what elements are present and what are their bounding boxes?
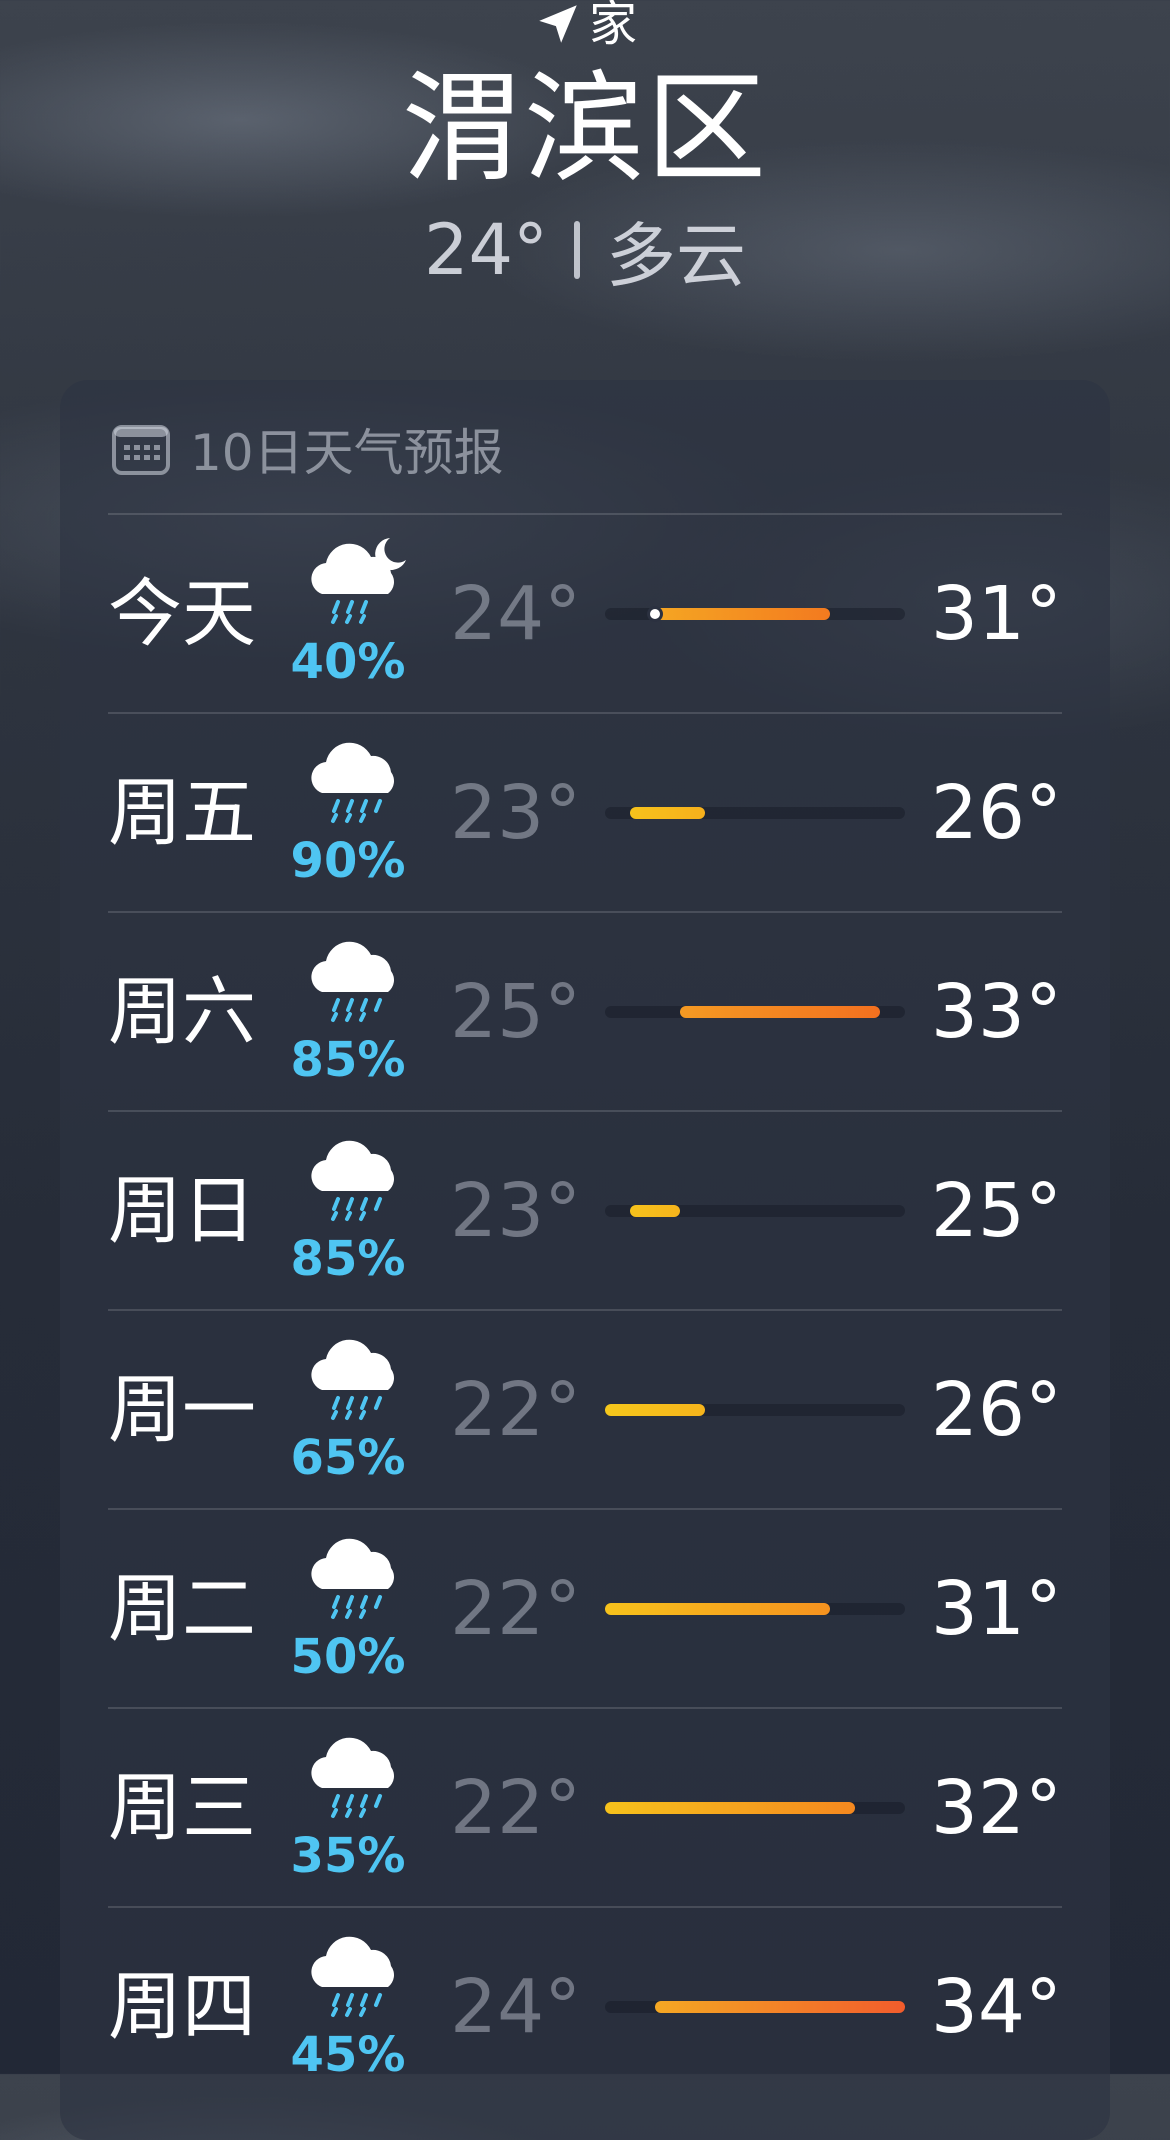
location-row: 家 xyxy=(0,0,1170,54)
cloud-rain-icon xyxy=(300,930,420,1030)
day-label: 今天 xyxy=(108,571,256,657)
current-summary: 24° 多云 xyxy=(0,205,1170,297)
cloud-rain-icon xyxy=(300,731,420,831)
precipitation-chance: 90% xyxy=(290,833,406,889)
day-label: 周日 xyxy=(108,1168,256,1254)
forecast-row[interactable]: 周一 65% 22° 26° xyxy=(60,1310,1110,1509)
temperature-range-bar xyxy=(605,1404,905,1416)
precipitation-chance: 85% xyxy=(290,1231,406,1287)
high-temperature: 25° xyxy=(930,1168,1062,1254)
cloud-rain-icon xyxy=(300,1726,420,1826)
high-temperature: 31° xyxy=(930,571,1062,657)
temperature-range-fill xyxy=(655,608,830,620)
cloud-rain-icon xyxy=(300,1129,420,1229)
forecast-row[interactable]: 周日 85% 23° 25° xyxy=(60,1111,1110,1310)
cloud-rain-icon xyxy=(300,1925,420,2025)
temperature-range-bar xyxy=(605,1006,905,1018)
forecast-row[interactable]: 周二 50% 22° 31° xyxy=(60,1509,1110,1708)
day-label: 周五 xyxy=(108,770,256,856)
forecast-row[interactable]: 周四 45% 24° 34° xyxy=(60,1907,1110,2106)
forecast-row[interactable]: 周六 85% 25° 33° xyxy=(60,912,1110,1111)
day-label: 周六 xyxy=(108,969,256,1055)
low-temperature: 23° xyxy=(450,1168,582,1254)
current-condition: 多云 xyxy=(606,214,747,297)
temperature-range-bar xyxy=(605,1205,905,1217)
temperature-range-fill xyxy=(630,1205,680,1217)
day-label: 周四 xyxy=(108,1964,256,2050)
precipitation-chance: 45% xyxy=(290,2027,406,2083)
temperature-range-bar xyxy=(605,1802,905,1814)
temperature-range-fill xyxy=(605,1603,830,1615)
forecast-row[interactable]: 今天 40% 24° 31° xyxy=(60,514,1110,713)
low-temperature: 22° xyxy=(450,1765,582,1851)
cloud-moon-rain-icon xyxy=(300,532,420,632)
temperature-range-bar xyxy=(605,1603,905,1615)
day-label: 周一 xyxy=(108,1367,256,1453)
forecast-row[interactable]: 周五 90% 23° 26° xyxy=(60,713,1110,912)
low-temperature: 25° xyxy=(450,969,582,1055)
high-temperature: 33° xyxy=(930,969,1062,1055)
high-temperature: 31° xyxy=(930,1566,1062,1652)
temperature-range-fill xyxy=(605,1404,705,1416)
low-temperature: 24° xyxy=(450,1964,582,2050)
low-temperature: 23° xyxy=(450,770,582,856)
temperature-range-fill xyxy=(605,1802,855,1814)
precipitation-chance: 50% xyxy=(290,1629,406,1685)
forecast-card-header: 10日天气预报 xyxy=(112,414,504,484)
day-label: 周二 xyxy=(108,1566,256,1652)
temperature-range-fill xyxy=(655,2001,905,2013)
calendar-icon xyxy=(112,423,170,475)
forecast-card-title: 10日天气预报 xyxy=(190,424,504,482)
cloud-rain-icon xyxy=(300,1328,420,1428)
high-temperature: 26° xyxy=(930,1367,1062,1453)
ten-day-forecast-card[interactable]: 10日天气预报 今天 40% 24° 31° 周五 90% 23° 26° 周六 85% 25° 33… xyxy=(60,380,1110,2140)
city-name: 渭滨区 xyxy=(402,60,768,199)
current-temperature: 24° xyxy=(423,209,549,291)
temperature-range-bar xyxy=(605,606,905,622)
temperature-range-fill xyxy=(680,1006,880,1018)
cloud-rain-icon xyxy=(300,1527,420,1627)
high-temperature: 26° xyxy=(930,770,1062,856)
temperature-range-bar xyxy=(605,2001,905,2013)
low-temperature: 24° xyxy=(450,571,582,657)
location-label: 家 xyxy=(588,0,637,52)
temperature-range-bar xyxy=(605,807,905,819)
location-arrow-icon xyxy=(533,0,583,49)
high-temperature: 34° xyxy=(930,1964,1062,2050)
forecast-row[interactable]: 周三 35% 22° 32° xyxy=(60,1708,1110,1907)
current-temperature-dot xyxy=(647,606,663,622)
high-temperature: 32° xyxy=(930,1765,1062,1851)
precipitation-chance: 65% xyxy=(290,1430,406,1486)
precipitation-chance: 85% xyxy=(290,1032,406,1088)
precipitation-chance: 40% xyxy=(290,634,406,690)
precipitation-chance: 35% xyxy=(290,1828,406,1884)
low-temperature: 22° xyxy=(450,1566,582,1652)
low-temperature: 22° xyxy=(450,1367,582,1453)
summary-separator xyxy=(574,221,581,279)
temperature-range-fill xyxy=(630,807,705,819)
day-label: 周三 xyxy=(108,1765,256,1851)
